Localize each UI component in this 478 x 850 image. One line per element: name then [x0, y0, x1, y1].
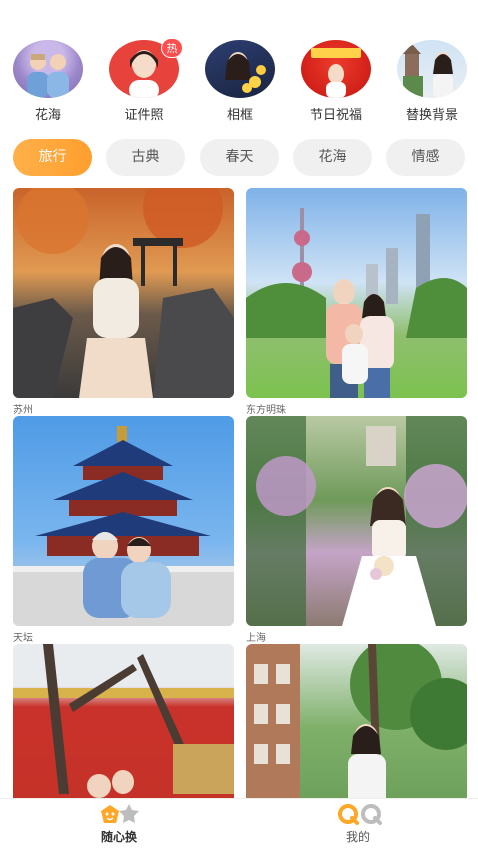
- template-photo: [246, 644, 467, 798]
- category-id-photo-thumb: 热: [109, 38, 183, 98]
- filter-tags: 旅行 古典 春天 花海 情感: [0, 139, 478, 177]
- tag-flower-sea[interactable]: 花海: [293, 139, 372, 176]
- category-festival-greeting-thumb: [301, 40, 371, 98]
- tab-free-swap[interactable]: 随心换: [69, 803, 169, 845]
- tab-mine[interactable]: 我的: [308, 803, 408, 845]
- category-flower-sea-thumb: [13, 40, 83, 98]
- category-id-photo[interactable]: 热 证件照: [104, 38, 184, 123]
- template-card-shanghai[interactable]: 上海: [246, 416, 467, 644]
- category-label: 证件照: [124, 108, 164, 123]
- template-grid: 苏州 东方明珠 天坛 上海: [0, 188, 478, 798]
- category-label: 替换背景: [405, 108, 458, 123]
- template-photo: [246, 416, 467, 626]
- tab-label: 随心换: [100, 830, 137, 844]
- template-caption: 东方明珠: [246, 405, 286, 416]
- template-card-campus[interactable]: [246, 644, 467, 798]
- template-caption: 上海: [246, 633, 266, 644]
- template-photo: [13, 188, 234, 398]
- tag-classic[interactable]: 古典: [106, 139, 185, 176]
- tab-label: 我的: [345, 830, 370, 844]
- template-photo: [13, 416, 234, 626]
- category-label: 相框: [226, 108, 253, 123]
- template-card-red-wall[interactable]: [13, 644, 234, 798]
- category-label: 节日祝福: [309, 108, 362, 123]
- category-festival-greeting[interactable]: 节日祝福: [296, 40, 376, 123]
- tag-travel[interactable]: 旅行: [13, 139, 92, 176]
- tag-spring[interactable]: 春天: [200, 139, 279, 176]
- bottom-tab-bar: 随心换 我的: [0, 798, 478, 850]
- template-caption: 苏州: [13, 405, 33, 416]
- swap-icon: [101, 803, 139, 825]
- template-card-oriental-pearl[interactable]: 东方明珠: [246, 188, 467, 416]
- category-replace-background[interactable]: 替换背景: [392, 40, 472, 123]
- category-replace-background-thumb: [397, 40, 467, 98]
- tag-emotion[interactable]: 情感: [386, 139, 465, 176]
- category-frame-thumb: [205, 40, 275, 98]
- template-card-temple-of-heaven[interactable]: 天坛: [13, 416, 234, 644]
- category-row: 花海 热 证件照 相框 节日祝福 替换背景: [0, 38, 478, 126]
- category-frame[interactable]: 相框: [200, 40, 280, 123]
- template-caption: 天坛: [13, 633, 33, 644]
- template-photo: [13, 644, 234, 798]
- category-flower-sea[interactable]: 花海: [8, 40, 88, 123]
- template-photo: [246, 188, 467, 398]
- profile-icon: [338, 803, 382, 825]
- category-label: 花海: [34, 108, 61, 123]
- hot-badge: 热: [161, 38, 183, 58]
- template-card-suzhou[interactable]: 苏州: [13, 188, 234, 416]
